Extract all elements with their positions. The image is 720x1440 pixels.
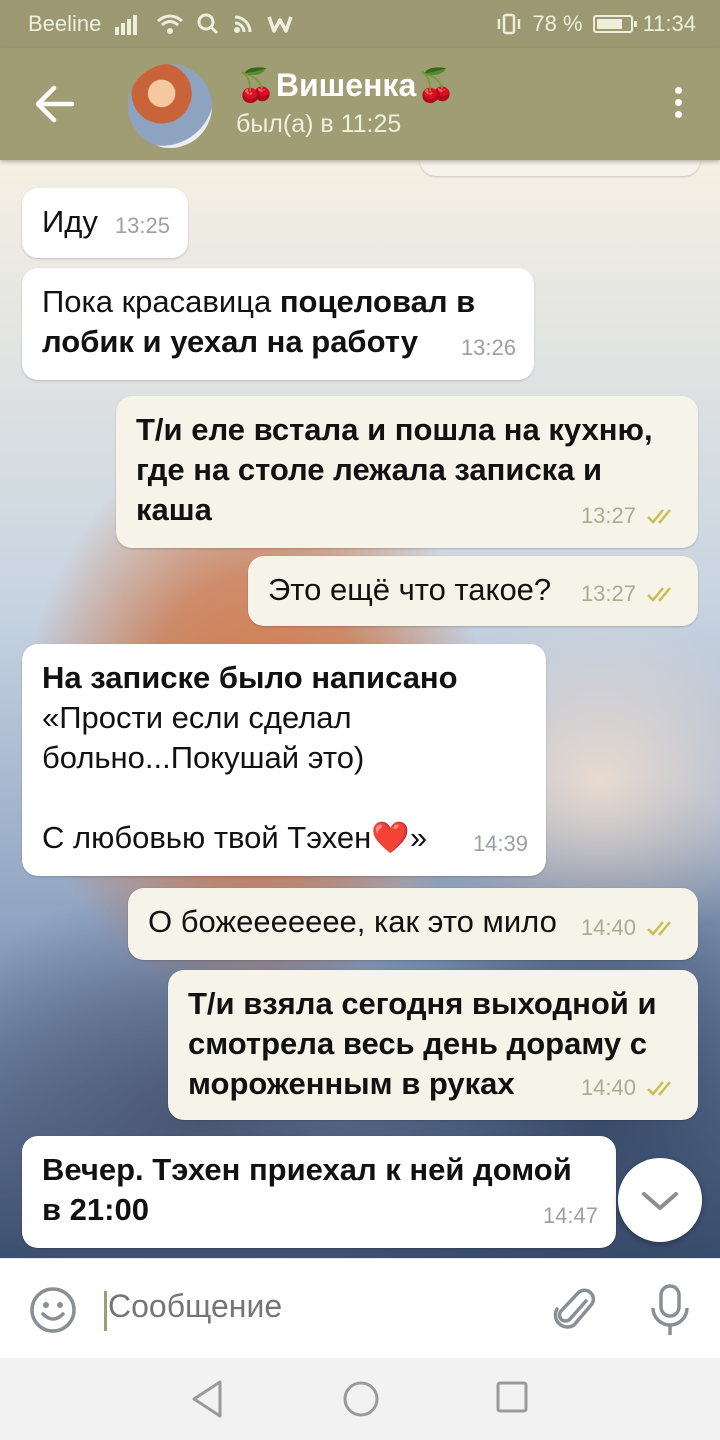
message-bubble-outgoing[interactable]: Т/и взяла сегодня выходной и смотрела ве… xyxy=(168,970,698,1120)
status-bar: Beeline 78 % 11:34 xyxy=(0,0,720,48)
microphone-icon[interactable] xyxy=(648,1283,692,1337)
message-time: 13:27 xyxy=(580,581,636,606)
smile-icon[interactable] xyxy=(28,1285,78,1335)
message-bubble-incoming[interactable]: На записке было написано «Прости если сд… xyxy=(22,644,546,876)
battery-icon xyxy=(592,15,637,33)
message-text: Это ещё что такое? xyxy=(268,572,552,607)
avatar[interactable] xyxy=(128,64,212,148)
message-bubble-outgoing[interactable]: Это ещё что такое? 13:27 xyxy=(248,556,698,626)
battery-percent: 78 % xyxy=(532,11,583,36)
message-text: Т/и еле встала и пошла на кухню, где на … xyxy=(136,412,653,527)
message-bubble-incoming[interactable]: Вечер. Тэхен приехал к ней домой в 21:00… xyxy=(22,1136,616,1248)
more-vertical-icon[interactable] xyxy=(666,84,690,124)
message-time: 13:25 xyxy=(114,213,170,238)
search-icon xyxy=(197,13,219,35)
contact-name[interactable]: 🍒Вишенка🍒 xyxy=(236,66,456,104)
nav-recent-icon[interactable] xyxy=(494,1379,530,1415)
message-time: 13:26 xyxy=(460,335,516,360)
message-time: 14:39 xyxy=(472,831,528,856)
message-text-bold: На записке было написано xyxy=(42,660,458,695)
double-check-icon xyxy=(647,921,671,936)
vibrate-icon xyxy=(498,13,521,35)
message-composer xyxy=(0,1258,720,1359)
arrow-left-icon[interactable] xyxy=(30,82,80,126)
system-nav-bar xyxy=(0,1358,720,1440)
double-check-icon xyxy=(647,1081,671,1096)
message-input[interactable] xyxy=(106,1287,530,1326)
message-time: 13:27 xyxy=(580,503,636,528)
message-text: Вечер. Тэхен приехал к ней домой в 21:00 xyxy=(42,1152,572,1227)
message-bubble-outgoing[interactable]: О божеееееее, как это мило 14:40 xyxy=(128,888,698,960)
message-text: Иду xyxy=(42,204,98,239)
nav-back-icon[interactable] xyxy=(188,1378,228,1420)
message-text: О божеееееее, как это мило xyxy=(148,904,557,939)
message-time: 14:40 xyxy=(580,1075,636,1100)
message-list[interactable]: Иду 13:25 Пока красавица поцеловал в лоб… xyxy=(0,160,720,1258)
message-bubble-partial[interactable] xyxy=(420,160,700,176)
message-text: Пока красавица xyxy=(42,284,280,319)
message-time: 14:47 xyxy=(542,1203,598,1228)
paperclip-icon[interactable] xyxy=(552,1285,600,1335)
message-time: 14:40 xyxy=(580,915,636,940)
double-check-icon xyxy=(647,509,671,524)
message-bubble-outgoing[interactable]: Т/и еле встала и пошла на кухню, где на … xyxy=(116,396,698,548)
app-w-icon xyxy=(267,16,294,33)
nav-home-icon[interactable] xyxy=(341,1379,381,1419)
double-check-icon xyxy=(647,587,671,602)
message-bubble-incoming[interactable]: Иду 13:25 xyxy=(22,188,188,258)
rss-icon xyxy=(234,15,252,33)
scroll-down-button[interactable] xyxy=(618,1158,702,1242)
wifi-icon xyxy=(157,14,184,34)
message-bubble-incoming[interactable]: Пока красавица поцеловал в лобик и уехал… xyxy=(22,268,534,380)
chat-header: 🍒Вишенка🍒 был(а) в 11:25 xyxy=(0,48,720,160)
signal-icon xyxy=(115,15,138,35)
chevron-down-icon xyxy=(642,1192,678,1210)
carrier-label: Beeline xyxy=(28,11,102,36)
clock: 11:34 xyxy=(642,11,696,36)
last-seen-status: был(а) в 11:25 xyxy=(236,110,402,138)
message-text: «Прости если сделал больно...Покушай это… xyxy=(42,700,428,855)
